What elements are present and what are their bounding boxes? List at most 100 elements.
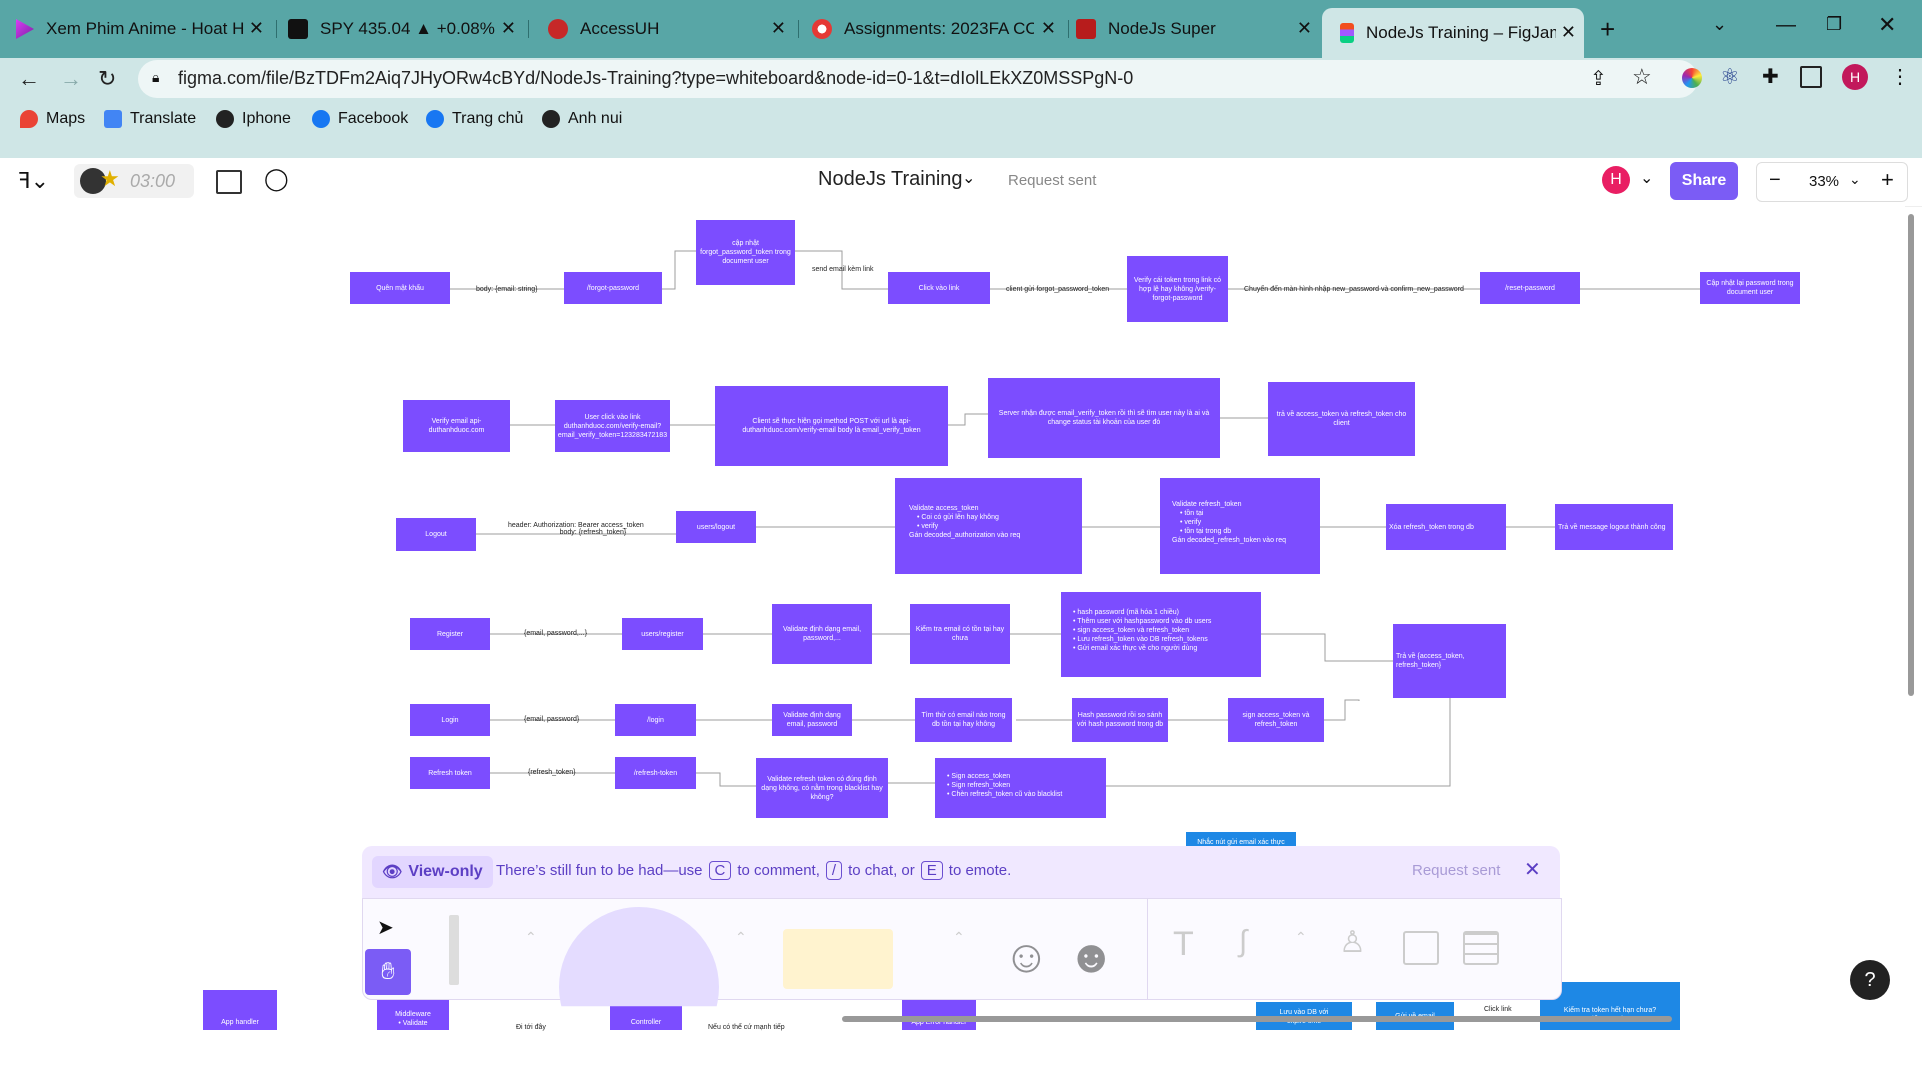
flow-node[interactable]: Quên mật khẩu <box>350 272 450 304</box>
menu-kebab-icon[interactable]: ⋮ <box>1890 64 1910 89</box>
flow-node[interactable]: • hash password (mã hóa 1 chiều) • Thêm … <box>1061 592 1261 677</box>
sticky-icon[interactable] <box>783 929 893 989</box>
tab-search-chevron-icon[interactable]: ⌄ <box>1712 14 1727 35</box>
text-tool-icon[interactable]: T <box>1173 925 1194 964</box>
bookmark-maps[interactable]: Maps <box>20 110 85 128</box>
flow-node[interactable]: Tìm thử có email nào trong db tồn tại ha… <box>915 698 1012 742</box>
flow-node[interactable]: Register <box>410 618 490 650</box>
flow-node[interactable]: trả về access_token và refresh_token cho… <box>1268 382 1415 456</box>
flow-node[interactable]: users/logout <box>676 511 756 543</box>
sticker-icon[interactable]: ☻ <box>1067 929 1115 983</box>
flow-node[interactable]: Validate refresh_token • tồn tại • verif… <box>1160 478 1320 574</box>
sticky-note-shape[interactable] <box>559 907 719 1007</box>
vertical-scrollbar[interactable] <box>1908 214 1914 696</box>
stamp-tool-icon[interactable]: ♙ <box>1339 925 1366 960</box>
browser-tab[interactable]: Assignments: 2023FA COS ✕ <box>812 8 1064 50</box>
flow-node[interactable]: Verify cái token trong link có hợp lệ ha… <box>1127 256 1228 322</box>
close-icon[interactable]: ✕ <box>1041 18 1056 39</box>
zoom-level[interactable]: 33% <box>1809 173 1839 190</box>
zoom-out-button[interactable]: − <box>1769 169 1781 192</box>
bookmark-star-icon[interactable]: ☆ <box>1632 64 1652 90</box>
flow-node[interactable]: Server nhận được email_verify_token rồi … <box>988 378 1220 458</box>
user-avatar[interactable]: H <box>1602 166 1630 194</box>
new-tab-button[interactable]: + <box>1600 14 1615 45</box>
flow-node[interactable]: Middleware • Validate <box>377 998 449 1030</box>
flow-node[interactable]: App Error handler <box>902 998 976 1030</box>
chevron-down-icon[interactable]: ⌄ <box>1849 171 1861 188</box>
restore-button[interactable]: ❐ <box>1826 14 1842 35</box>
flow-node[interactable]: Kiểm tra email có tồn tại hay chưa <box>910 604 1010 664</box>
browser-tab[interactable]: SPY 435.04 ▲ +0.08% Unn ✕ <box>288 8 524 50</box>
close-icon[interactable]: ✕ <box>501 18 516 39</box>
chevron-up-icon[interactable]: ⌃ <box>735 929 747 946</box>
help-button[interactable]: ? <box>1850 960 1890 1000</box>
window-close-button[interactable]: ✕ <box>1878 12 1896 38</box>
connector-icon[interactable]: ∫ <box>1239 925 1247 959</box>
flow-node[interactable]: /refresh-token <box>615 757 696 789</box>
flow-node[interactable]: • Sign access_token • Sign refresh_token… <box>935 758 1106 818</box>
chevron-up-icon[interactable]: ⌃ <box>525 929 537 946</box>
flow-node[interactable]: Validate định dạng email, password,... <box>772 604 872 664</box>
browser-tab[interactable]: NodeJs Super ✕ <box>1076 8 1320 50</box>
chevron-up-icon[interactable]: ⌃ <box>1295 929 1307 946</box>
flow-node[interactable]: Login <box>410 704 490 736</box>
flow-node[interactable]: Refresh token <box>410 757 490 789</box>
flow-node[interactable]: Trả về message logout thành công <box>1555 504 1673 550</box>
react-devtools-icon[interactable]: ⚛ <box>1720 64 1740 90</box>
flow-node[interactable]: Click vào link <box>888 272 990 304</box>
flow-node[interactable]: Validate access_token • Coi có gửi lên h… <box>895 478 1082 574</box>
timer-widget[interactable]: ★ 03:00 <box>74 164 194 198</box>
flow-node[interactable]: /reset-password <box>1480 272 1580 304</box>
bookmark-translate[interactable]: Translate <box>104 110 196 128</box>
flow-node[interactable]: Hash password rồi so sánh với hash passw… <box>1072 698 1168 742</box>
horizontal-scrollbar[interactable] <box>842 1016 1672 1022</box>
bookmark-anh-nui[interactable]: Anh nui <box>542 110 622 128</box>
flow-node[interactable]: Cập nhật lại password trong document use… <box>1700 272 1800 304</box>
pen-icon[interactable] <box>449 915 459 985</box>
flow-node[interactable]: /login <box>615 704 696 736</box>
section-tool-icon[interactable] <box>1403 931 1439 965</box>
flow-node[interactable]: Xóa refresh_token trong db <box>1386 504 1506 550</box>
flow-node[interactable]: Trả về {access_token, refresh_token} <box>1393 624 1506 698</box>
url-text[interactable]: figma.com/file/BzTDFm2Aiq7JHyORw4cBYd/No… <box>178 68 1133 89</box>
side-panel-icon[interactable] <box>1800 66 1822 88</box>
flow-node[interactable]: sign access_token và refresh_token <box>1228 698 1324 742</box>
flow-node[interactable]: Logout <box>396 518 476 551</box>
flow-node[interactable]: Validate định dạng email, password <box>772 704 852 736</box>
layout-panel-icon[interactable] <box>216 170 242 194</box>
comment-icon[interactable]: ◯ <box>264 166 289 192</box>
close-icon[interactable]: ✕ <box>1561 22 1576 43</box>
table-tool-icon[interactable] <box>1463 931 1499 965</box>
chevron-down-icon[interactable]: ⌄ <box>1640 168 1653 188</box>
flow-node[interactable]: App handler <box>203 990 277 1030</box>
share-button[interactable]: Share <box>1670 162 1738 200</box>
flow-node[interactable]: cập nhật forgot_password_token trong doc… <box>696 220 795 285</box>
minimize-button[interactable]: — <box>1776 14 1796 37</box>
close-icon[interactable]: ✕ <box>1524 857 1541 882</box>
extensions-puzzle-icon[interactable]: ✚ <box>1762 64 1779 89</box>
reload-button[interactable]: ↻ <box>98 66 116 92</box>
file-title[interactable]: NodeJs Training <box>818 168 963 191</box>
flow-node[interactable]: /forgot-password <box>564 272 662 304</box>
bookmark-trang-chu[interactable]: Trang chủ <box>426 110 523 128</box>
flow-node[interactable]: Validate refresh token có đúng định dạng… <box>756 758 888 818</box>
share-page-icon[interactable]: ⇪ <box>1590 66 1607 91</box>
flow-node[interactable]: users/register <box>622 618 703 650</box>
hand-tool-icon[interactable]: ✋︎ <box>365 949 411 995</box>
zoom-in-button[interactable]: + <box>1881 167 1894 193</box>
figma-menu-icon[interactable]: ꟻ⌄ <box>18 168 49 194</box>
back-button[interactable]: ← <box>18 66 40 92</box>
stamp-emoji-icon[interactable]: ☺ <box>1003 929 1050 983</box>
flow-node[interactable]: User click vào link duthanhduoc.com/veri… <box>555 400 670 452</box>
color-extension-icon[interactable] <box>1682 68 1702 88</box>
browser-tab[interactable]: Xem Phim Anime - Hoat H ✕ <box>14 8 272 50</box>
chevron-down-icon[interactable]: ⌄ <box>962 168 975 188</box>
flow-node[interactable]: Client sẽ thực hiện gọi method POST với … <box>715 386 948 466</box>
browser-tab-active[interactable]: NodeJs Training – FigJam ✕ <box>1322 8 1584 58</box>
close-icon[interactable]: ✕ <box>1297 18 1312 39</box>
cursor-icon[interactable]: ➤ <box>377 915 394 940</box>
browser-tab[interactable]: AccessUH ✕ <box>548 8 794 50</box>
bookmark-iphone[interactable]: Iphone <box>216 110 291 128</box>
bookmark-facebook[interactable]: Facebook <box>312 110 408 128</box>
forward-button[interactable]: → <box>60 66 82 92</box>
